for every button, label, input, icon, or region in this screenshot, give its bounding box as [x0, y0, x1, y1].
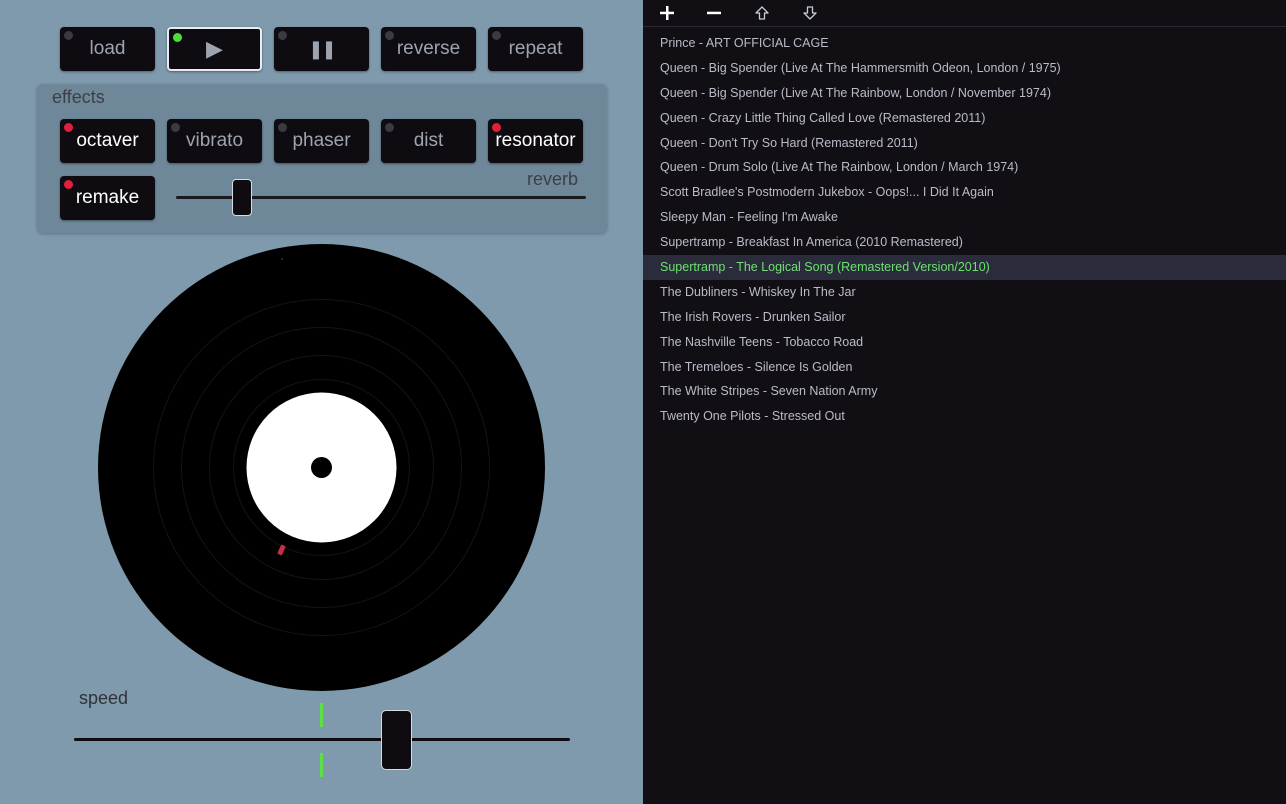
playlist-panel: Prince - ART OFFICIAL CAGE Queen - Big S… [643, 0, 1286, 804]
dist-indicator-led [385, 123, 394, 132]
load-button[interactable]: load [60, 27, 155, 71]
phaser-button[interactable]: phaser [274, 119, 369, 163]
play-button[interactable]: ▶ [167, 27, 262, 71]
speed-slider-thumb[interactable] [380, 710, 412, 770]
playlist-item[interactable]: Sleepy Man - Feeling I'm Awake [643, 205, 1286, 230]
effects-panel: effects octaver vibrato phaser dist reso… [37, 84, 607, 233]
load-button-label: load [89, 38, 126, 59]
play-indicator-led [173, 33, 182, 42]
speed-slider-track[interactable] [74, 738, 570, 741]
repeat-indicator-led [492, 31, 501, 40]
vibrato-button-label: vibrato [185, 130, 244, 151]
playlist-item[interactable]: Queen - Don't Try So Hard (Remastered 20… [643, 131, 1286, 156]
playlist-item[interactable]: Prince - ART OFFICIAL CAGE [643, 31, 1286, 56]
playlist-item[interactable]: Supertramp - Breakfast In America (2010 … [643, 230, 1286, 255]
arrow-up-icon [755, 6, 769, 20]
pause-button[interactable]: ❚❚ [274, 27, 369, 71]
pause-icon: ❚❚ [308, 38, 336, 59]
turntable-disc[interactable] [98, 244, 545, 691]
move-down-button[interactable] [798, 1, 822, 25]
playlist-item[interactable]: The Irish Rovers - Drunken Sailor [643, 305, 1286, 330]
resonator-button-label: resonator [495, 130, 576, 151]
playlist-item[interactable]: Scott Bradlee's Postmodern Jukebox - Oop… [643, 180, 1286, 205]
speed-center-tick-bottom [320, 753, 323, 777]
remake-indicator-led [64, 180, 73, 189]
playlist-item[interactable]: Queen - Big Spender (Live At The Rainbow… [643, 81, 1286, 106]
vibrato-indicator-led [171, 123, 180, 132]
octaver-button[interactable]: octaver [60, 119, 155, 163]
playlist-item[interactable]: Queen - Drum Solo (Live At The Rainbow, … [643, 155, 1286, 180]
phaser-button-label: phaser [292, 130, 351, 151]
octaver-button-label: octaver [76, 130, 139, 151]
resonator-indicator-led [492, 123, 501, 132]
vinyl-spindle-hole [311, 457, 332, 478]
vibrato-button[interactable]: vibrato [167, 119, 262, 163]
playlist-item[interactable]: The Nashville Teens - Tobacco Road [643, 330, 1286, 355]
playlist-item[interactable]: Queen - Big Spender (Live At The Hammers… [643, 56, 1286, 81]
playlist-toolbar [643, 0, 1286, 27]
octaver-indicator-led [64, 123, 73, 132]
vinyl-dust-mark [281, 258, 283, 260]
add-track-button[interactable] [655, 1, 679, 25]
reverb-slider-thumb[interactable] [231, 179, 252, 216]
reverb-label: reverb [526, 169, 578, 189]
repeat-button[interactable]: repeat [488, 27, 583, 71]
repeat-button-label: repeat [508, 38, 563, 59]
move-up-button[interactable] [750, 1, 774, 25]
playlist-item[interactable]: Twenty One Pilots - Stressed Out [643, 404, 1286, 429]
playlist-item[interactable]: The Tremeloes - Silence Is Golden [643, 355, 1286, 380]
dist-button[interactable]: dist [381, 119, 476, 163]
plus-icon [660, 6, 674, 20]
dist-button-label: dist [413, 130, 444, 151]
remake-button-label: remake [75, 187, 140, 208]
play-icon: ▶ [206, 36, 223, 61]
arrow-down-icon [803, 6, 817, 20]
phaser-indicator-led [278, 123, 287, 132]
minus-icon [707, 11, 721, 15]
load-indicator-led [64, 31, 73, 40]
remove-track-button[interactable] [702, 1, 726, 25]
player-panel: load ▶ ❚❚ reverse repeat effects octaver… [0, 0, 643, 804]
playlist-item-playing[interactable]: Supertramp - The Logical Song (Remastere… [643, 255, 1286, 280]
playlist-item[interactable]: The Dubliners - Whiskey In The Jar [643, 280, 1286, 305]
reverse-indicator-led [385, 31, 394, 40]
effects-title: effects [52, 87, 105, 107]
speed-center-tick-top [320, 703, 323, 727]
resonator-button[interactable]: resonator [488, 119, 583, 163]
speed-label: speed [79, 688, 129, 708]
remake-button[interactable]: remake [60, 176, 155, 220]
reverse-button-label: reverse [396, 38, 461, 59]
playlist: Prince - ART OFFICIAL CAGE Queen - Big S… [643, 31, 1286, 429]
playlist-item[interactable]: The White Stripes - Seven Nation Army [643, 379, 1286, 404]
pause-indicator-led [278, 31, 287, 40]
playlist-item[interactable]: Queen - Crazy Little Thing Called Love (… [643, 106, 1286, 131]
reverse-button[interactable]: reverse [381, 27, 476, 71]
